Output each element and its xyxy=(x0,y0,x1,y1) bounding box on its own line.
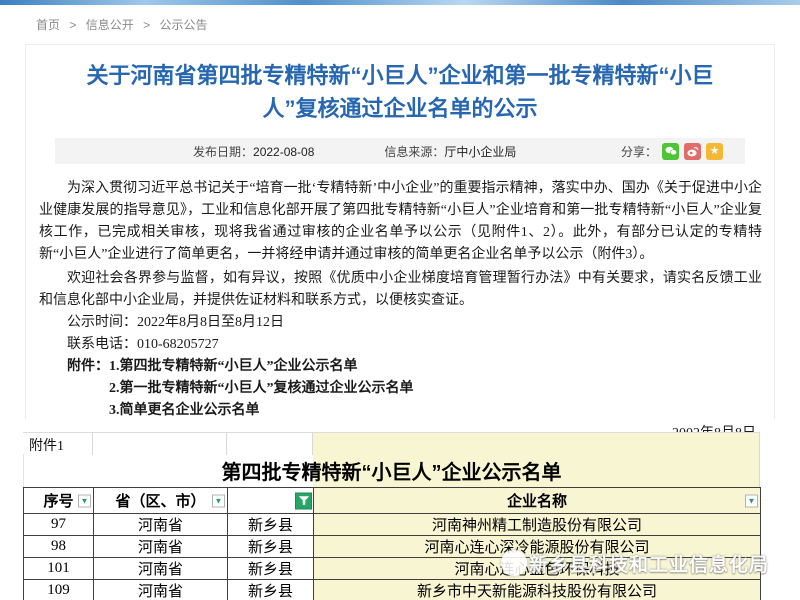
wechat-share-icon[interactable] xyxy=(662,143,679,160)
table-row: 109 河南省 新乡县 新乡市中天新能源科技股份有限公司 xyxy=(24,580,761,600)
publish-date: 发布日期：2022-08-08 xyxy=(193,143,314,160)
table-header-row: 序号 ▼ 省（区、市） ▼ 企业名称 ▼ xyxy=(24,488,761,514)
attachment-line-1: 附件：1.第四批专精特新“小巨人”企业公示名单 xyxy=(39,356,762,378)
cell-company: 新乡市中天新能源科技股份有限公司 xyxy=(314,580,761,600)
company-filter-dropdown[interactable]: ▼ xyxy=(745,494,758,507)
annex-label-row: 附件1 xyxy=(23,432,760,454)
cell-company: 河南心连心深冷能源股份有限公司 xyxy=(314,536,761,558)
cell-city: 新乡县 xyxy=(228,558,314,580)
header-city xyxy=(228,488,314,514)
article-body: 为深入贯彻习近平总书记关于“培育一批‘专精特新’中小企业”的重要指示精神，落实中… xyxy=(39,178,762,445)
cell-seq: 98 xyxy=(24,536,94,558)
cell-seq: 109 xyxy=(24,580,94,600)
share-label: 分享： xyxy=(621,143,657,160)
cell-city: 新乡县 xyxy=(228,536,314,558)
source: 信息来源：厅中小企业局 xyxy=(384,143,516,160)
cell-province: 河南省 xyxy=(94,558,228,580)
enterprise-table: 序号 ▼ 省（区、市） ▼ 企业名称 ▼ 97 河南省 新乡县 河南神州精工制造… xyxy=(23,487,761,600)
cell-province: 河南省 xyxy=(94,536,228,558)
cell-province: 河南省 xyxy=(94,580,228,600)
seq-filter-dropdown[interactable]: ▼ xyxy=(78,494,91,507)
table-row: 101 河南省 新乡县 河南心连心蓝色环保科技 xyxy=(24,558,761,580)
annex1-spreadsheet: 附件1 第四批专精特新“小巨人”企业公示名单 序号 ▼ 省（区、市） ▼ 企业名… xyxy=(23,432,760,600)
attachment-item-2[interactable]: 2.第一批专精特新“小巨人”复核通过企业公示名单 xyxy=(39,378,762,400)
header-province: 省（区、市） ▼ xyxy=(94,488,228,514)
article-meta-bar: 发布日期：2022-08-08 信息来源：厅中小企业局 分享： ★ xyxy=(55,138,745,164)
breadcrumb-info-link[interactable]: 信息公开 xyxy=(86,18,134,32)
page-title: 关于河南省第四批专精特新“小巨人”企业和第一批专精特新“小巨人”复核通过企业名单… xyxy=(70,59,730,125)
breadcrumb: 首页 > 信息公开 > 公示公告 xyxy=(36,16,213,33)
table-title: 第四批专精特新“小巨人”企业公示名单 xyxy=(23,454,760,487)
weibo-share-icon[interactable] xyxy=(684,143,701,160)
table-row: 97 河南省 新乡县 河南神州精工制造股份有限公司 xyxy=(24,514,761,536)
header-company: 企业名称 ▼ xyxy=(314,488,761,514)
table-row: 98 河南省 新乡县 河南心连心深冷能源股份有限公司 xyxy=(24,536,761,558)
city-filter-active-icon[interactable] xyxy=(295,492,312,509)
cell-city: 新乡县 xyxy=(228,580,314,600)
province-filter-dropdown[interactable]: ▼ xyxy=(212,494,225,507)
top-gradient-bar xyxy=(0,0,800,5)
breadcrumb-separator: > xyxy=(143,18,150,32)
cell-seq: 101 xyxy=(24,558,94,580)
cell-seq: 97 xyxy=(24,514,94,536)
cell-province: 河南省 xyxy=(94,514,228,536)
qzone-star-share-icon[interactable]: ★ xyxy=(706,143,723,160)
attachment-item-3[interactable]: 3.简单更名企业公示名单 xyxy=(39,400,762,422)
cell-company: 河南神州精工制造股份有限公司 xyxy=(314,514,761,536)
attachment-item-1[interactable]: 1.第四批专精特新“小巨人”企业公示名单 xyxy=(109,359,358,374)
header-seq: 序号 ▼ xyxy=(24,488,94,514)
share-group: 分享： ★ xyxy=(621,143,723,160)
annex-label-cell: 附件1 xyxy=(23,433,93,455)
cell-company: 河南心连心蓝色环保科技 xyxy=(314,558,761,580)
phone-line: 联系电话：010-68205727 xyxy=(39,334,762,356)
paragraph-2: 欢迎社会各界参与监督，如有异议，按照《优质中小企业梯度培育管理暂行办法》中有关要… xyxy=(39,268,762,312)
cell-city: 新乡县 xyxy=(228,514,314,536)
breadcrumb-separator: > xyxy=(69,18,76,32)
public-time-line: 公示时间：2022年8月8日至8月12日 xyxy=(39,312,762,334)
article-panel: 关于河南省第四批专精特新“小巨人”企业和第一批专精特新“小巨人”复核通过企业名单… xyxy=(25,44,775,419)
breadcrumb-home-link[interactable]: 首页 xyxy=(36,18,60,32)
breadcrumb-notice-link[interactable]: 公示公告 xyxy=(159,18,207,32)
paragraph-1: 为深入贯彻习近平总书记关于“培育一批‘专精特新’中小企业”的重要指示精神，落实中… xyxy=(39,178,762,266)
